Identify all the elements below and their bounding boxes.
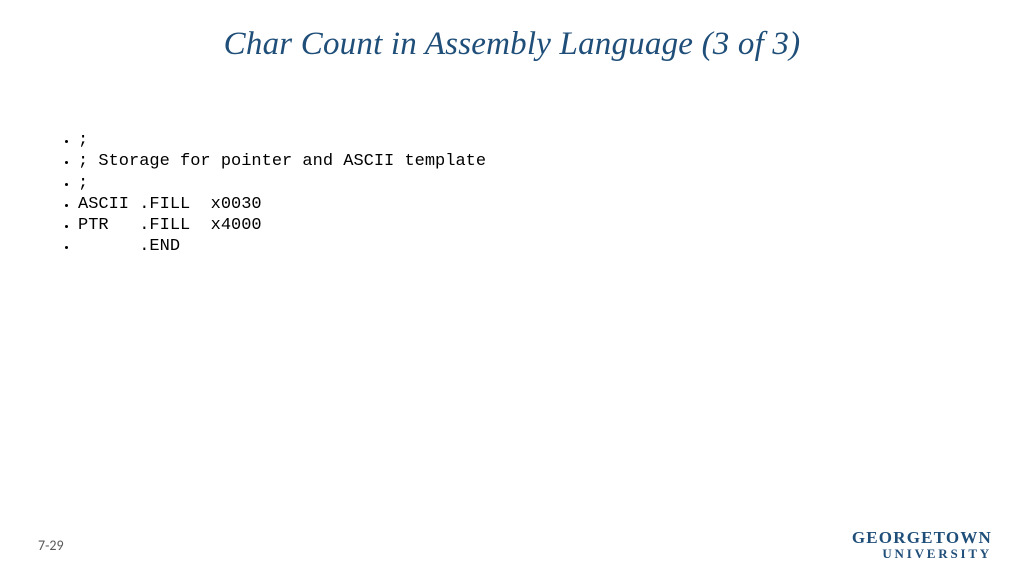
logo-line-2: UNIVERSITY <box>852 546 992 562</box>
list-item: ; <box>78 173 964 194</box>
list-item: PTR .FILL x4000 <box>78 215 964 236</box>
university-logo: GEORGETOWN UNIVERSITY <box>852 528 992 562</box>
list-item: .END <box>78 236 964 257</box>
slide: Char Count in Assembly Language (3 of 3)… <box>0 0 1024 576</box>
slide-body: ; ; Storage for pointer and ASCII templa… <box>60 130 964 258</box>
logo-line-1: GEORGETOWN <box>852 528 992 548</box>
list-item: ASCII .FILL x0030 <box>78 194 964 215</box>
page-number: 7-29 <box>38 537 64 554</box>
slide-title: Char Count in Assembly Language (3 of 3) <box>0 26 1024 63</box>
list-item: ; Storage for pointer and ASCII template <box>78 151 964 172</box>
bullet-list: ; ; Storage for pointer and ASCII templa… <box>60 130 964 258</box>
list-item: ; <box>78 130 964 151</box>
